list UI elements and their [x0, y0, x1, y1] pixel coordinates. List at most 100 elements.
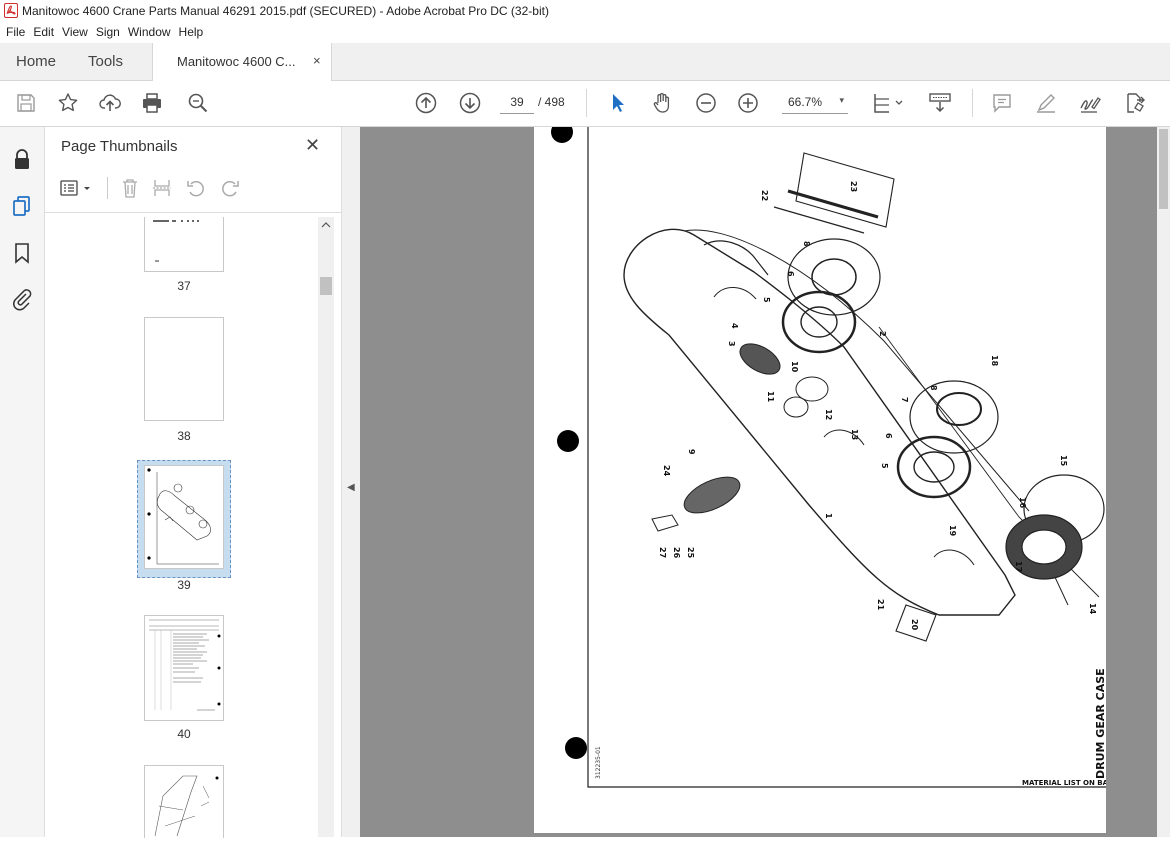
- drawing-caption: DRUM GEAR CASE: [1094, 668, 1106, 779]
- tab-bar: Home Tools Manitowoc 4600 C... ×: [0, 43, 1170, 81]
- menu-window[interactable]: Window: [128, 22, 171, 42]
- page-thumbnails-icon[interactable]: [10, 194, 34, 218]
- insert-page-icon[interactable]: [151, 177, 173, 199]
- chevron-down-icon: ▾: [839, 95, 844, 105]
- svg-text:16: 16: [1018, 497, 1027, 509]
- svg-text:17: 17: [1014, 561, 1023, 572]
- save-icon[interactable]: [14, 91, 38, 115]
- page-thumbnail-selected[interactable]: [144, 465, 224, 569]
- page-fit-icon[interactable]: [872, 91, 906, 115]
- page-thumbnail-label: 39: [177, 578, 191, 592]
- bookmark-star-icon[interactable]: [56, 91, 80, 115]
- menu-file[interactable]: File: [6, 22, 25, 42]
- page-number-input[interactable]: 39: [500, 91, 534, 114]
- page-thumbnail[interactable]: [144, 217, 224, 272]
- page-thumbnail-label: 37: [177, 279, 191, 293]
- svg-text:14: 14: [1088, 603, 1097, 615]
- exploded-parts-drawing: 22 23 8 6 5 4 2 3 10 11 12 13 8 7 6 5 15…: [551, 127, 1119, 788]
- tab-tools[interactable]: Tools: [88, 43, 123, 80]
- print-icon[interactable]: [140, 91, 164, 115]
- zoom-level-value: 66.7%: [788, 95, 823, 109]
- svg-text:6: 6: [786, 271, 795, 277]
- svg-text:20: 20: [910, 619, 919, 631]
- svg-text:5: 5: [762, 297, 771, 303]
- toolbar-divider: [586, 89, 587, 117]
- svg-text:3: 3: [727, 341, 736, 347]
- svg-text:13: 13: [850, 429, 859, 440]
- page-thumbnail-label: 38: [177, 429, 191, 443]
- lock-icon[interactable]: [10, 147, 34, 171]
- menu-view[interactable]: View: [62, 22, 88, 42]
- svg-text:15: 15: [1059, 455, 1068, 467]
- svg-text:2: 2: [878, 331, 887, 337]
- delete-page-icon[interactable]: [119, 177, 141, 199]
- hand-tool-icon[interactable]: [650, 91, 674, 115]
- svg-text:23: 23: [849, 181, 858, 192]
- drawing-doc-number: 312235-01: [595, 746, 602, 779]
- svg-text:25: 25: [686, 547, 695, 559]
- fill-sign-icon[interactable]: [1078, 91, 1102, 115]
- page-total: / 498: [538, 95, 565, 109]
- zoom-out-icon[interactable]: [694, 91, 718, 115]
- svg-text:26: 26: [672, 547, 681, 559]
- svg-text:8: 8: [929, 385, 938, 391]
- pdf-page: 22 23 8 6 5 4 2 3 10 11 12 13 8 7 6 5 15…: [534, 127, 1119, 833]
- svg-text:22: 22: [760, 190, 769, 201]
- send-signature-icon[interactable]: [1122, 91, 1146, 115]
- menu-edit[interactable]: Edit: [33, 22, 54, 42]
- zoom-search-icon[interactable]: [186, 91, 210, 115]
- page-thumbnail[interactable]: [144, 765, 224, 838]
- page-thumbnail[interactable]: [144, 615, 224, 721]
- tab-home[interactable]: Home: [16, 43, 56, 80]
- zoom-in-icon[interactable]: [736, 91, 760, 115]
- upload-cloud-icon[interactable]: [98, 91, 122, 115]
- bookmark-icon[interactable]: [10, 241, 34, 265]
- scrollbar-thumb[interactable]: [1159, 129, 1168, 209]
- panel-toolbar-divider: [107, 177, 108, 199]
- rotate-counterclockwise-icon[interactable]: [185, 177, 207, 199]
- drawing-footer: MATERIAL LIST ON BACK: [1022, 779, 1106, 787]
- page-thumbnails-panel: Page Thumbnails ✕ 37 38 39 40: [45, 127, 341, 838]
- comment-icon[interactable]: [990, 91, 1014, 115]
- main-toolbar: 39 / 498 66.7% ▾: [0, 81, 1170, 127]
- select-cursor-icon[interactable]: [606, 91, 630, 115]
- document-view[interactable]: 22 23 8 6 5 4 2 3 10 11 12 13 8 7 6 5 15…: [360, 127, 1157, 837]
- tab-document-label: Manitowoc 4600 C...: [177, 54, 296, 69]
- thumbnail-options-icon[interactable]: [59, 177, 99, 199]
- panel-splitter[interactable]: ◀: [341, 127, 361, 837]
- scrolling-mode-icon[interactable]: [928, 91, 952, 115]
- thumbnail-panel-scrollbar[interactable]: [318, 217, 334, 837]
- svg-text:8: 8: [802, 241, 811, 247]
- toolbar-divider: [972, 89, 973, 117]
- svg-text:24: 24: [662, 465, 671, 477]
- svg-text:12: 12: [824, 409, 833, 420]
- document-scrollbar[interactable]: [1157, 127, 1170, 837]
- menu-help[interactable]: Help: [179, 22, 204, 42]
- panel-divider: [45, 212, 341, 213]
- title-bar: Manitowoc 4600 Crane Parts Manual 46291 …: [0, 0, 1170, 22]
- page-thumbnail-label: 40: [177, 727, 191, 741]
- svg-text:1: 1: [824, 513, 833, 519]
- next-page-icon[interactable]: [458, 91, 482, 115]
- zoom-level-select[interactable]: 66.7% ▾: [782, 91, 848, 114]
- svg-text:10: 10: [790, 361, 799, 373]
- scroll-up-icon[interactable]: [321, 221, 331, 229]
- left-navigation-rail: [0, 127, 45, 837]
- tab-document[interactable]: Manitowoc 4600 C... ×: [152, 43, 332, 81]
- paperclip-icon[interactable]: [10, 287, 34, 311]
- close-tab-icon[interactable]: ×: [313, 53, 321, 68]
- menu-sign[interactable]: Sign: [96, 22, 120, 42]
- close-panel-icon[interactable]: ✕: [305, 135, 320, 156]
- rotate-clockwise-icon[interactable]: [219, 177, 241, 199]
- window-title: Manitowoc 4600 Crane Parts Manual 46291 …: [22, 4, 549, 18]
- scrollbar-thumb[interactable]: [320, 277, 332, 295]
- collapse-panel-icon[interactable]: ◀: [347, 482, 355, 493]
- svg-text:5: 5: [880, 463, 889, 469]
- svg-text:27: 27: [658, 547, 667, 558]
- svg-text:9: 9: [687, 449, 696, 455]
- page-thumbnail[interactable]: [144, 317, 224, 421]
- svg-text:7: 7: [900, 397, 909, 403]
- highlight-pen-icon[interactable]: [1034, 91, 1058, 115]
- previous-page-icon[interactable]: [414, 91, 438, 115]
- menu-bar: File Edit View Sign Window Help: [0, 22, 1170, 42]
